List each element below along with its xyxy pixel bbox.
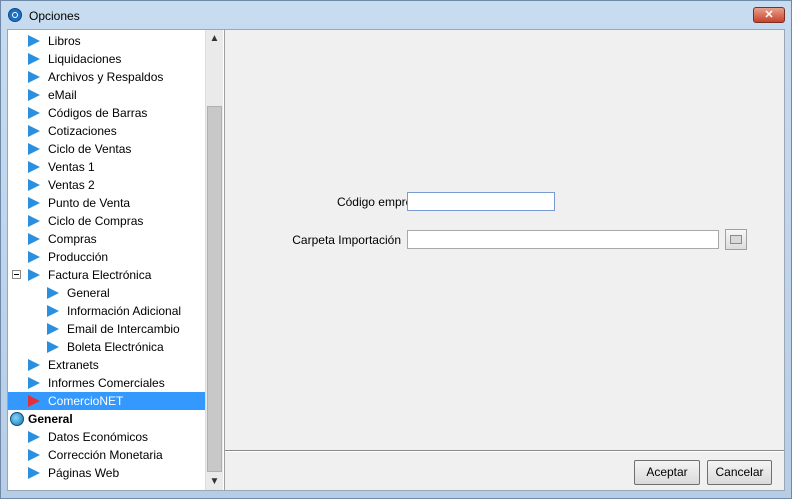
tree-item-label: Punto de Venta xyxy=(48,196,131,210)
arrow-right-icon xyxy=(28,215,40,227)
app-icon xyxy=(8,8,22,22)
tree-item[interactable]: Producción xyxy=(8,248,205,266)
arrow-right-icon xyxy=(28,89,40,101)
tree-item[interactable]: Códigos de Barras xyxy=(8,104,205,122)
arrow-right-icon xyxy=(28,269,40,281)
arrow-right-icon xyxy=(47,287,59,299)
tree-item[interactable]: eMail xyxy=(8,86,205,104)
options-tree: Libros Liquidaciones Archivos y Respaldos e… xyxy=(8,30,225,490)
tree-item-label: Boleta Electrónica xyxy=(67,340,164,354)
folder-icon xyxy=(730,235,742,244)
arrow-right-icon xyxy=(28,125,40,137)
arrow-right-icon xyxy=(28,197,40,209)
title-bar[interactable]: Opciones ✕ xyxy=(1,1,791,29)
arrow-right-icon xyxy=(28,467,40,479)
arrow-right-icon xyxy=(47,323,59,335)
arrow-right-icon xyxy=(28,53,40,65)
tree-item[interactable]: Ventas 1 xyxy=(8,158,205,176)
tree-item[interactable]: Ciclo de Ventas xyxy=(8,140,205,158)
tree-item[interactable]: Email de Intercambio xyxy=(8,320,205,338)
tree-item-label: Liquidaciones xyxy=(48,52,122,66)
arrow-right-icon xyxy=(28,35,40,47)
tree-item[interactable]: General xyxy=(8,410,205,428)
tree-item[interactable]: Cotizaciones xyxy=(8,122,205,140)
arrow-right-icon xyxy=(28,359,40,371)
tree-item[interactable]: Punto de Venta xyxy=(8,194,205,212)
codigo-empresa-input[interactable] xyxy=(407,192,555,211)
tree-item[interactable]: Corrección Monetaria xyxy=(8,446,205,464)
arrow-right-icon xyxy=(47,341,59,353)
footer-divider xyxy=(225,450,784,452)
carpeta-importacion-label: Carpeta Importación xyxy=(292,233,401,247)
tree-item[interactable]: Ciclo de Compras xyxy=(8,212,205,230)
arrow-right-icon xyxy=(28,431,40,443)
tree-item-label: Ventas 1 xyxy=(48,160,95,174)
tree-item-label: eMail xyxy=(48,88,77,102)
arrow-right-icon xyxy=(28,251,40,263)
tree-item-label: Ventas 2 xyxy=(48,178,95,192)
dialog-body: Libros Liquidaciones Archivos y Respaldos e… xyxy=(7,29,785,491)
tree-item[interactable]: Extranets xyxy=(8,356,205,374)
arrow-right-icon xyxy=(28,71,40,83)
tree-item-label: Informes Comerciales xyxy=(48,376,165,390)
browse-folder-button[interactable] xyxy=(725,229,747,250)
tree-item[interactable]: Archivos y Respaldos xyxy=(8,68,205,86)
tree-item-label: Información Adicional xyxy=(67,304,182,318)
tree-item-label: Producción xyxy=(48,250,109,264)
tree-item[interactable]: Boleta Electrónica xyxy=(8,338,205,356)
tree-item[interactable]: Liquidaciones xyxy=(8,50,205,68)
tree-item-label: Datos Económicos xyxy=(48,430,149,444)
tree-item-label: Libros xyxy=(48,34,81,48)
arrow-right-icon xyxy=(28,233,40,245)
arrow-right-icon xyxy=(28,377,40,389)
tree-item-label: Ciclo de Ventas xyxy=(48,142,132,156)
tree-item-label: Páginas Web xyxy=(48,466,120,480)
carpeta-importacion-input[interactable] xyxy=(407,230,719,249)
tree-item[interactable]: ComercioNET xyxy=(8,392,205,410)
tree-item-label: General xyxy=(28,412,73,426)
aceptar-button[interactable]: Aceptar xyxy=(634,460,700,485)
arrow-right-icon xyxy=(28,179,40,191)
tree-item-label: Email de Intercambio xyxy=(67,322,180,336)
tree-item[interactable]: Páginas Web xyxy=(8,464,205,482)
arrow-right-icon xyxy=(47,305,59,317)
arrow-right-icon xyxy=(28,107,40,119)
arrow-right-icon xyxy=(28,449,40,461)
arrow-right-icon xyxy=(28,143,40,155)
tree-item[interactable]: Factura Electrónica xyxy=(8,266,205,284)
tree-scrollbar[interactable]: ▲ ▼ xyxy=(205,30,223,490)
close-button[interactable]: ✕ xyxy=(753,7,785,23)
tree-item[interactable]: General xyxy=(8,284,205,302)
cancelar-button[interactable]: Cancelar xyxy=(707,460,772,485)
tree-item-label: Compras xyxy=(48,232,97,246)
options-dialog: Opciones ✕ Libros Liquidaciones Archivos y… xyxy=(0,0,792,499)
tree-item[interactable]: Información Adicional xyxy=(8,302,205,320)
tree-item-label: General xyxy=(67,286,110,300)
collapse-icon[interactable] xyxy=(12,270,21,279)
tree-item-label: Códigos de Barras xyxy=(48,106,148,120)
tree-item[interactable]: Informes Comerciales xyxy=(8,374,205,392)
scroll-down-icon[interactable]: ▼ xyxy=(206,473,223,490)
tree-item-label: Extranets xyxy=(48,358,99,372)
globe-icon xyxy=(10,412,24,426)
tree-item-label: ComercioNET xyxy=(48,394,124,408)
tree-item[interactable]: Ventas 2 xyxy=(8,176,205,194)
arrow-right-icon xyxy=(28,161,40,173)
window-title: Opciones xyxy=(29,9,80,23)
tree-item-label: Ciclo de Compras xyxy=(48,214,144,228)
settings-panel: Código empresa Carpeta Importación xyxy=(225,30,784,450)
scroll-up-icon[interactable]: ▲ xyxy=(206,30,223,47)
scroll-thumb[interactable] xyxy=(207,106,222,472)
tree-item-label: Archivos y Respaldos xyxy=(48,70,164,84)
arrow-right-icon xyxy=(28,395,40,407)
tree-item[interactable]: Datos Económicos xyxy=(8,428,205,446)
tree-item[interactable]: Compras xyxy=(8,230,205,248)
tree-item-label: Cotizaciones xyxy=(48,124,117,138)
tree-item-label: Factura Electrónica xyxy=(48,268,152,282)
tree-item[interactable]: Libros xyxy=(8,32,205,50)
tree-item-label: Corrección Monetaria xyxy=(48,448,163,462)
